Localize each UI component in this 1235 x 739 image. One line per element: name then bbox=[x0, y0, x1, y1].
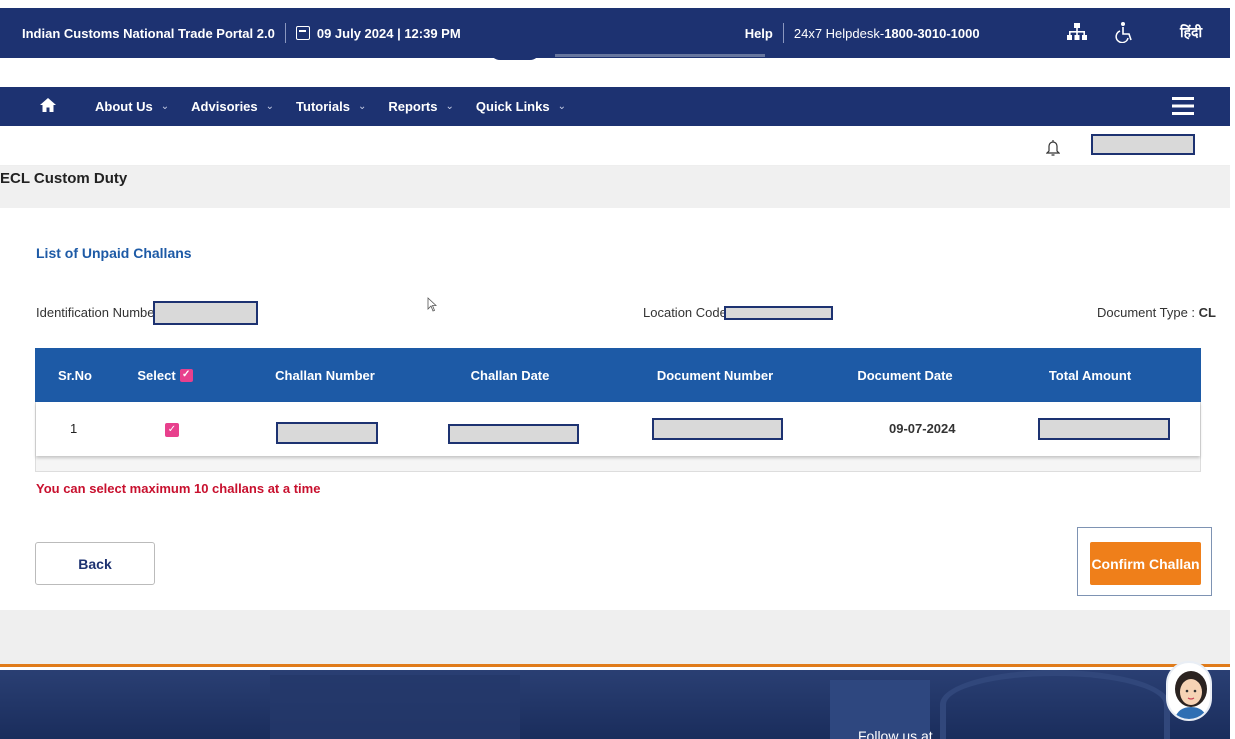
chevron-down-icon: ⌄ bbox=[445, 101, 454, 112]
portal-name: Indian Customs National Trade Portal 2.0 bbox=[22, 25, 275, 41]
nav-label: Reports bbox=[388, 99, 438, 114]
nav-advisories[interactable]: Advisories ⌄ bbox=[191, 99, 274, 114]
back-button[interactable]: Back bbox=[35, 542, 155, 585]
emblem-logo bbox=[490, 50, 540, 60]
current-datetime: 09 July 2024 | 12:39 PM bbox=[316, 25, 461, 41]
nav-label: About Us bbox=[95, 99, 153, 114]
help-link[interactable]: Help bbox=[745, 26, 773, 41]
main-navigation: About Us ⌄ Advisories ⌄ Tutorials ⌄ Reports… bbox=[0, 87, 1230, 126]
nav-label: Quick Links bbox=[475, 99, 550, 114]
nav-reports[interactable]: Reports ⌄ bbox=[388, 99, 454, 114]
column-header-total-amount: Total Amount bbox=[1048, 367, 1132, 383]
chevron-down-icon: ⌄ bbox=[160, 101, 170, 112]
chatbot-avatar-icon[interactable] bbox=[1166, 661, 1212, 721]
location-code-redacted bbox=[724, 306, 833, 320]
page-title-band: ECL Custom Duty bbox=[0, 166, 1230, 208]
document-type-label: Document Type : bbox=[1097, 305, 1196, 320]
select-all-checkbox[interactable]: ✓ bbox=[179, 368, 193, 382]
top-header-bar: Indian Customs National Trade Portal 2.0… bbox=[0, 8, 1230, 58]
row-sr-no: 1 bbox=[70, 421, 78, 436]
max-challans-warning: You can select maximum 10 challans at a … bbox=[36, 481, 321, 496]
helpdesk-prefix: 24x7 Helpdesk- bbox=[793, 25, 885, 41]
chevron-down-icon: ⌄ bbox=[357, 101, 367, 112]
mouse-cursor-icon bbox=[427, 297, 438, 317]
hamburger-menu-icon[interactable] bbox=[1172, 96, 1194, 119]
nav-quick-links[interactable]: Quick Links ⌄ bbox=[476, 99, 566, 114]
section-title: List of Unpaid Challans bbox=[36, 245, 192, 261]
nav-tutorials[interactable]: Tutorials ⌄ bbox=[296, 99, 366, 114]
nav-label: Advisories bbox=[191, 99, 258, 114]
footer-background-image bbox=[270, 675, 520, 739]
column-header-document-number: Document Number bbox=[656, 367, 774, 383]
chevron-down-icon: ⌄ bbox=[557, 101, 566, 112]
helpdesk-number: 1800-3010-1000 bbox=[884, 25, 980, 41]
user-name-redacted bbox=[1091, 134, 1195, 155]
column-header-sr-no: Sr.No bbox=[58, 367, 92, 383]
page-title: ECL Custom Duty bbox=[0, 170, 128, 187]
language-toggle-hindi[interactable]: हिंदी bbox=[1180, 23, 1202, 42]
row-select-checkbox[interactable]: ✓ bbox=[165, 423, 179, 437]
content-bottom-band bbox=[0, 610, 1230, 667]
column-header-challan-date: Challan Date bbox=[470, 367, 550, 383]
column-header-document-date: Document Date bbox=[857, 367, 953, 383]
logo-subtitle bbox=[555, 54, 765, 57]
identification-label: Identification Number bbox=[36, 305, 159, 320]
helpdesk-info: 24x7 Helpdesk-1800-3010-1000 bbox=[794, 26, 980, 41]
identification-number-redacted bbox=[153, 301, 258, 325]
location-code-label: Location Code : bbox=[643, 305, 735, 320]
sitemap-icon[interactable] bbox=[1067, 22, 1087, 45]
nav-label: Tutorials bbox=[296, 99, 350, 114]
footer-background-image bbox=[940, 670, 1170, 739]
footer: Follow us at bbox=[0, 670, 1230, 739]
column-header-select: Select ✓ bbox=[115, 348, 215, 402]
home-icon[interactable] bbox=[39, 97, 57, 116]
divider bbox=[284, 23, 286, 43]
row-document-date: 09-07-2024 bbox=[889, 421, 956, 436]
total-amount-redacted bbox=[1038, 418, 1170, 440]
bell-icon[interactable] bbox=[1045, 139, 1061, 162]
nav-about-us[interactable]: About Us ⌄ bbox=[95, 99, 169, 114]
chevron-down-icon: ⌄ bbox=[265, 101, 275, 112]
select-header-label: Select bbox=[137, 367, 176, 383]
user-bar bbox=[0, 126, 1230, 166]
document-type: Document Type : CL bbox=[1097, 305, 1216, 320]
accessibility-icon[interactable] bbox=[1115, 21, 1135, 46]
calendar-icon bbox=[295, 26, 310, 40]
table-row: 1 ✓ 09-07-2024 bbox=[36, 402, 1200, 456]
column-header-challan-number: Challan Number bbox=[275, 367, 375, 383]
divider bbox=[782, 23, 784, 43]
document-number-redacted bbox=[652, 418, 783, 440]
confirm-challan-button[interactable]: Confirm Challan bbox=[1090, 542, 1201, 585]
follow-us-label: Follow us at bbox=[858, 728, 933, 739]
challan-number-redacted bbox=[276, 422, 378, 444]
document-type-value: CL bbox=[1198, 305, 1217, 320]
challan-date-redacted bbox=[448, 424, 579, 444]
logo-strip bbox=[0, 54, 1230, 87]
